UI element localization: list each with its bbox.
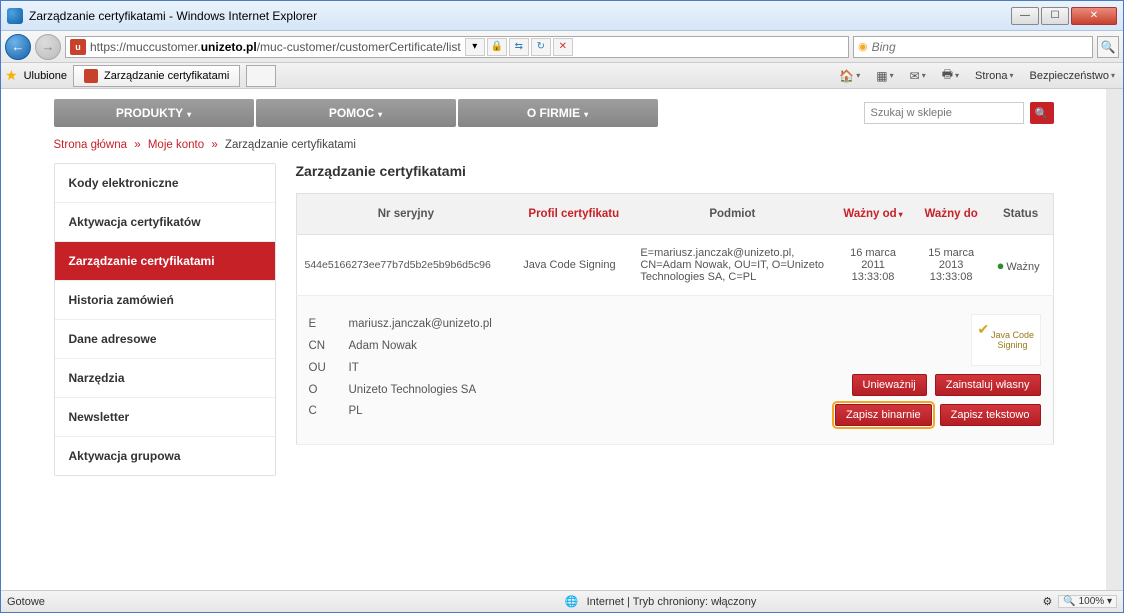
store-search-input[interactable] (864, 102, 1024, 124)
sidebar-item-kody[interactable]: Kody elektroniczne (55, 164, 275, 203)
tab-bar: ★ Ulubione Zarządzanie certyfikatami 🏠▾ … (1, 63, 1123, 89)
sidebar-item-zarzadzanie[interactable]: Zarządzanie certyfikatami (55, 242, 275, 281)
nav-o-firmie[interactable]: O FIRMIE▾ (458, 99, 658, 127)
browser-search-field[interactable]: ◉ (853, 36, 1093, 58)
ie-icon (7, 8, 23, 24)
nav-produkty[interactable]: PRODUKTY▾ (54, 99, 254, 127)
viewport[interactable]: PRODUKTY▾ POMOC▾ O FIRMIE▾ 🔍 Strona głów… (1, 89, 1123, 590)
invalidate-button[interactable]: Unieważnij (852, 374, 927, 396)
favorites-label[interactable]: Ulubione (24, 70, 67, 82)
feeds-icon[interactable]: ▦▾ (872, 67, 897, 85)
save-text-button[interactable]: Zapisz tekstowo (940, 404, 1041, 426)
content-area: Zarządzanie certyfikatami Nr seryjny Pro… (296, 163, 1054, 476)
status-ready: Gotowe (7, 596, 45, 608)
maximize-button[interactable]: ☐ (1041, 7, 1069, 25)
nav-bar: ← → u https://muccustomer.unizeto.pl/muc… (1, 31, 1123, 63)
globe-icon: 🌐 (565, 595, 579, 608)
sidebar-item-aktywacja[interactable]: Aktywacja certyfikatów (55, 203, 275, 242)
col-subject[interactable]: Podmiot (632, 194, 832, 235)
safety-menu[interactable]: Bezpieczeństwo▾ (1025, 68, 1119, 84)
zoom-level[interactable]: 🔍 100% ▾ (1058, 595, 1117, 608)
back-button[interactable]: ← (5, 34, 31, 60)
install-own-button[interactable]: Zainstaluj własny (935, 374, 1041, 396)
refresh-icon[interactable]: ↻ (531, 38, 551, 56)
sidebar-item-dane[interactable]: Dane adresowe (55, 320, 275, 359)
forward-button[interactable]: → (35, 34, 61, 60)
status-ok-icon: ● (997, 258, 1005, 273)
protected-mode-icon[interactable]: ⚙ (1043, 595, 1053, 608)
close-button[interactable]: ✕ (1071, 7, 1117, 25)
reload-dropdown-icon[interactable]: ▾ (465, 38, 485, 56)
print-icon[interactable]: 🖶▾ (938, 63, 963, 88)
cell-status: ●Ważny (989, 235, 1053, 296)
cell-valid-from: 16 marca 2011 13:33:08 (832, 235, 913, 296)
site-favicon: u (70, 39, 86, 55)
browser-search-go[interactable]: 🔍 (1097, 36, 1119, 58)
sidebar: Kody elektroniczne Aktywacja certyfikató… (54, 163, 276, 476)
page-heading: Zarządzanie certyfikatami (296, 163, 1054, 179)
cell-subject: E=mariusz.janczak@unizeto.pl, CN=Adam No… (632, 235, 832, 296)
breadcrumb-home[interactable]: Strona główna (54, 139, 128, 151)
detail-attributes: Emariusz.janczak@unizeto.pl CNAdam Nowak… (309, 314, 739, 426)
sidebar-item-narzedzia[interactable]: Narzędzia (55, 359, 275, 398)
cell-serial: 544e5166273ee77b7d5b2e5b9b6d5c96 (296, 235, 515, 296)
save-binary-button[interactable]: Zapisz binarnie (835, 404, 932, 426)
col-serial[interactable]: Nr seryjny (296, 194, 515, 235)
status-bar: Gotowe 🌐 Internet | Tryb chroniony: włąc… (1, 590, 1123, 612)
store-search-button[interactable]: 🔍 (1030, 102, 1054, 124)
new-tab-button[interactable] (246, 65, 276, 87)
table-row[interactable]: 544e5166273ee77b7d5b2e5b9b6d5c96 Java Co… (296, 235, 1053, 296)
cell-profile: Java Code Signing (515, 235, 632, 296)
titlebar: Zarządzanie certyfikatami - Windows Inte… (1, 1, 1123, 31)
breadcrumb: Strona główna » Moje konto » Zarządzanie… (54, 139, 1054, 151)
page-content: PRODUKTY▾ POMOC▾ O FIRMIE▾ 🔍 Strona głów… (54, 89, 1054, 486)
ie-window: Zarządzanie certyfikatami - Windows Inte… (0, 0, 1124, 613)
col-status[interactable]: Status (989, 194, 1053, 235)
compat-icon[interactable]: ⇆ (509, 38, 529, 56)
detail-row: Emariusz.janczak@unizeto.pl CNAdam Nowak… (296, 296, 1053, 445)
page-menu[interactable]: Strona▾ (971, 68, 1017, 84)
certificates-table: Nr seryjny Profil certyfikatu Podmiot Wa… (296, 193, 1054, 445)
main-layout: Kody elektroniczne Aktywacja certyfikató… (54, 163, 1054, 476)
status-zone: Internet | Tryb chroniony: włączony (587, 596, 757, 608)
lock-icon[interactable]: 🔒 (487, 38, 507, 56)
col-valid-from[interactable]: Ważny od▾ (832, 194, 913, 235)
sidebar-item-grupowa[interactable]: Aktywacja grupowa (55, 437, 275, 475)
home-icon[interactable]: 🏠▾ (835, 67, 864, 85)
url-text: https://muccustomer.unizeto.pl/muc-custo… (90, 40, 461, 54)
sidebar-item-newsletter[interactable]: Newsletter (55, 398, 275, 437)
stop-icon[interactable]: ✕ (553, 38, 573, 56)
nav-pomoc[interactable]: POMOC▾ (256, 99, 456, 127)
cert-profile-icon: Java Code Signing (971, 314, 1041, 366)
active-tab[interactable]: Zarządzanie certyfikatami (73, 65, 240, 87)
col-profile[interactable]: Profil certyfikatu (515, 194, 632, 235)
mail-icon[interactable]: ✉▾ (906, 67, 930, 85)
sidebar-item-historia[interactable]: Historia zamówień (55, 281, 275, 320)
breadcrumb-account[interactable]: Moje konto (148, 139, 204, 151)
store-search: 🔍 (864, 102, 1054, 124)
window-title: Zarządzanie certyfikatami - Windows Inte… (29, 9, 317, 23)
bing-icon: ◉ (858, 40, 868, 53)
tab-favicon (84, 69, 98, 83)
minimize-button[interactable]: — (1011, 7, 1039, 25)
cell-valid-to: 15 marca 2013 13:33:08 (914, 235, 989, 296)
site-top-nav: PRODUKTY▾ POMOC▾ O FIRMIE▾ 🔍 (54, 99, 1054, 127)
browser-search-input[interactable] (872, 40, 1088, 54)
col-valid-to[interactable]: Ważny do (914, 194, 989, 235)
address-bar[interactable]: u https://muccustomer.unizeto.pl/muc-cus… (65, 36, 849, 58)
favorites-star-icon[interactable]: ★ (5, 67, 18, 84)
breadcrumb-current: Zarządzanie certyfikatami (225, 139, 356, 151)
tab-label: Zarządzanie certyfikatami (104, 70, 229, 82)
